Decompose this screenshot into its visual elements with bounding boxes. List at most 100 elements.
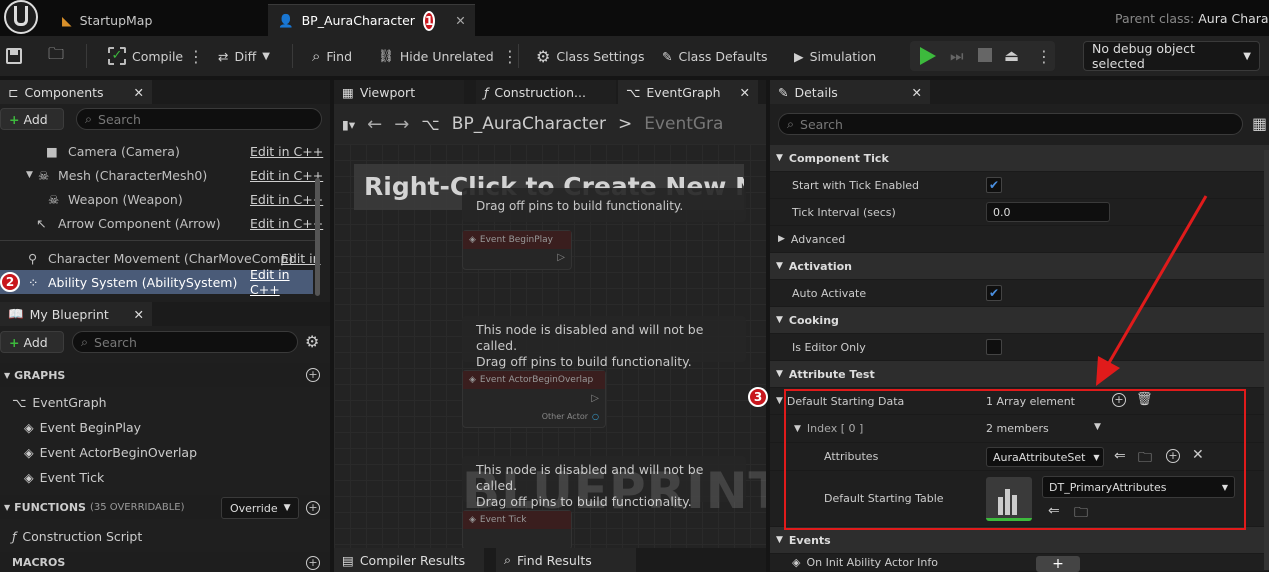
is-editor-only-checkbox[interactable] [986,339,1002,355]
tab-viewport[interactable]: ▦ Viewport [334,80,464,104]
collapse-arrow-icon[interactable]: ▼ [776,396,783,406]
component-ability-system[interactable]: 2 ⁘ Ability System (AbilitySystem) Edit … [0,267,313,297]
exec-pin-icon[interactable]: ▷ [557,252,565,263]
back-arrow-icon[interactable]: ← [367,114,382,135]
blueprint-search[interactable]: ⌕ Search [72,331,298,353]
close-icon[interactable]: ✕ [740,85,750,100]
add-event-button[interactable]: + [1036,556,1080,572]
compile-options-button[interactable]: ⋮ [188,36,204,76]
graph-canvas[interactable]: Right-Click to Create New No Drag off pi… [334,144,766,548]
annotation-3: 3 [748,387,768,407]
tab-construction[interactable]: ƒ Construction... [476,80,616,104]
class-defaults-button[interactable]: ✎ Class Defaults [662,36,768,76]
construction-script-item[interactable]: ƒ Construction Script [12,524,142,549]
event-diamond-icon: ◈ [469,235,476,245]
play-icon[interactable] [920,47,936,65]
collapse-arrow-icon[interactable]: ▼ [26,170,33,180]
my-blueprint-tab[interactable]: 📖 My Blueprint ✕ [0,302,152,326]
graphs-section[interactable]: ▼ GRAPHS [0,363,330,387]
tab-bp-auracharacter[interactable]: 👤 BP_AuraCharacter 1 ✕ [268,4,475,36]
details-scrollbar[interactable] [1264,150,1269,570]
override-dropdown[interactable]: Override ▼ [221,497,299,519]
close-tab-icon[interactable]: ✕ [455,13,465,28]
simulation-button[interactable]: ▶ Simulation [794,36,876,76]
add-member-button[interactable]: + Add [0,331,64,353]
component-camera[interactable]: ■ Camera (Camera) Edit in C++ [0,139,325,163]
breadcrumb-bp[interactable]: BP_AuraCharacter [452,114,606,134]
edit-in-cpp-link[interactable]: Edit in C++ [250,216,323,231]
tab-compiler-results[interactable]: ▤ Compiler Results [334,548,484,572]
details-search[interactable]: ⌕ Search [778,113,1243,135]
add-function-icon[interactable]: + [306,501,320,515]
play-options-button[interactable]: ⋮ [1036,36,1052,76]
stop-icon[interactable] [978,48,992,62]
macros-section[interactable]: MACROS [0,552,330,572]
exec-pin-icon[interactable]: ▷ [591,393,599,404]
details-header: ✎ Details ✕ [770,80,1269,104]
diff-button[interactable]: ⇄ Diff ▼ [218,36,270,76]
graph-nav-bar: ▮▾ ← → ⌥ BP_AuraCharacter > EventGra [334,104,766,144]
skip-icon[interactable]: ⏭ [950,47,964,65]
section-component-tick[interactable]: ▼ Component Tick [770,145,1269,172]
close-icon[interactable]: ✕ [134,85,144,100]
add-macro-icon[interactable]: + [306,556,320,570]
details-tab[interactable]: ✎ Details ✕ [770,80,930,104]
edit-in-cpp-link[interactable]: Edit in C++ [250,168,323,183]
edit-in-cpp-link[interactable]: Edit in C++ [250,192,323,207]
collapse-arrow-icon: ▼ [4,502,11,512]
chevron-down-icon: ▼ [283,503,291,513]
unreal-logo-icon[interactable] [4,0,38,34]
compile-button[interactable]: ✓ Compile [108,36,183,76]
event-diamond-icon: ◈ [24,470,34,485]
components-search[interactable]: ⌕ Search [76,108,322,130]
component-arrow[interactable]: ↖ Arrow Component (Arrow) Edit in C++ [0,211,325,235]
class-settings-button[interactable]: ⚙ Class Settings [536,36,644,76]
start-with-tick-checkbox[interactable]: ✔ [986,177,1002,193]
hide-unrelated-button[interactable]: ⛓ Hide Unrelated [378,36,494,76]
collapse-arrow-icon: ▼ [776,261,783,271]
debug-object-select[interactable]: No debug object selected ▼ [1083,41,1260,71]
add-graph-icon[interactable]: + [306,368,320,382]
grid-view-icon[interactable]: ▦ [1252,114,1267,133]
tab-startupmap[interactable]: ◣ StartupMap [52,4,162,36]
forward-arrow-icon[interactable]: → [394,114,409,135]
edit-in-cpp-link[interactable]: Edit in C++ [250,267,313,297]
find-icon: ⌕ [312,47,321,65]
search-icon: ⌕ [504,552,512,567]
event-actorbeginoverlap-node[interactable]: ◈ Event ActorBeginOverlap ▷ Other Actor ○ [462,370,606,428]
event-beginplay-node[interactable]: ◈ Event BeginPlay ▷ [462,230,572,270]
tab-eventgraph[interactable]: ⌥ EventGraph ✕ [618,80,758,104]
browse-button[interactable]: 🗀 [48,36,64,76]
eject-icon[interactable]: ⏏ [1004,46,1019,65]
class-defaults-icon: ✎ [662,48,673,64]
section-events[interactable]: ▼ Events [770,527,1269,554]
event-item[interactable]: ◈ Event ActorBeginOverlap [24,440,197,465]
find-button[interactable]: ⌕ Find [312,36,352,76]
components-tab[interactable]: ⊏ Components ✕ [0,80,152,104]
event-item[interactable]: ◈ Event Tick [24,465,104,490]
close-icon[interactable]: ✕ [912,85,922,100]
event-diamond-icon: ◈ [24,420,34,435]
more-options-button[interactable]: ⋮ [502,36,518,76]
save-button[interactable] [6,36,22,76]
event-graph-item[interactable]: ⌥ EventGraph [12,390,107,415]
components-scrollbar[interactable] [315,178,320,296]
tab-find-results[interactable]: ⌕ Find Results [496,548,636,572]
auto-activate-checkbox[interactable]: ✔ [986,285,1002,301]
compiler-icon: ▤ [342,552,354,568]
object-pin-icon[interactable]: ○ [592,412,599,421]
annotation-1: 1 [422,10,436,31]
camera-icon: ■ [46,143,58,159]
gear-icon: ⚙ [536,46,551,66]
close-icon[interactable]: ✕ [134,307,144,322]
disabled-node-comment: This node is disabled and will not be ca… [462,316,746,369]
component-weapon[interactable]: ☠ Weapon (Weapon) Edit in C++ [0,187,325,211]
event-item[interactable]: ◈ Event BeginPlay [24,415,141,440]
bookmark-icon[interactable]: ▮▾ [342,117,355,132]
component-mesh[interactable]: ▼ ☠ Mesh (CharacterMesh0) Edit in C++ [0,163,325,187]
event-diamond-icon: ◈ [24,445,34,460]
add-component-button[interactable]: + Add [0,108,64,130]
chevron-down-icon: ▼ [262,50,270,62]
edit-in-cpp-link[interactable]: Edit in C++ [250,144,323,159]
settings-gear-icon[interactable]: ⚙ [305,332,319,351]
